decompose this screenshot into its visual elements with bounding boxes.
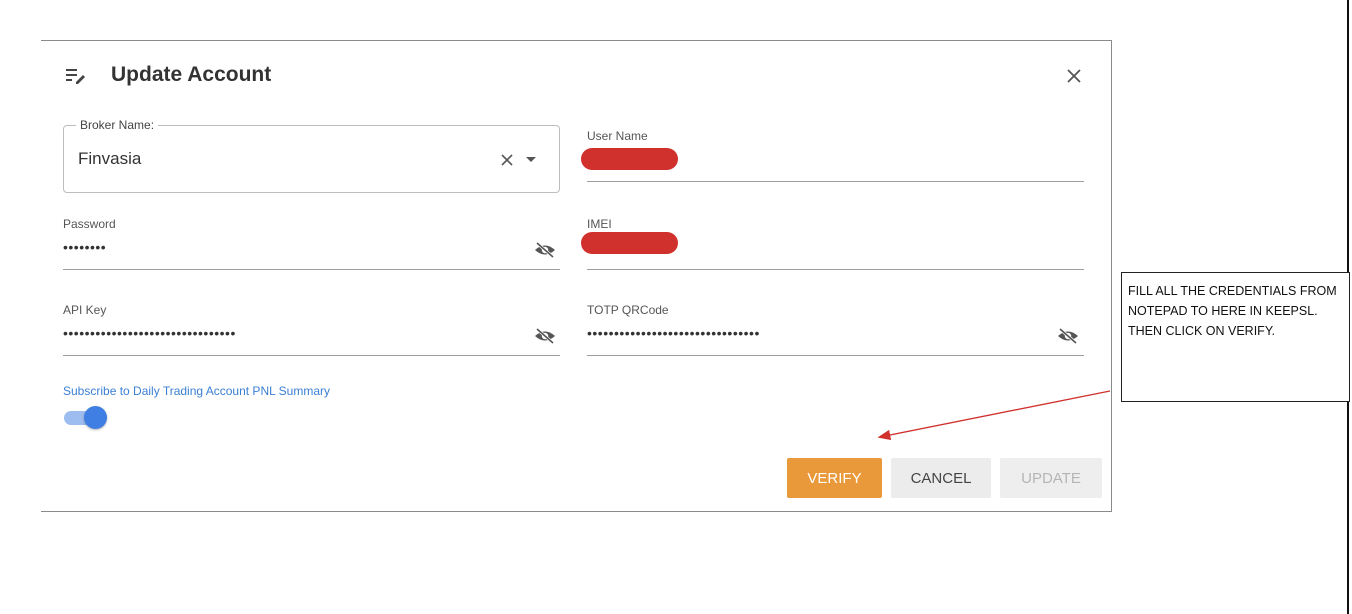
close-icon[interactable] — [1063, 65, 1085, 87]
imei-field[interactable]: IMEI — [581, 217, 1084, 270]
api-key-value: •••••••••••••••••••••••••••••••• — [63, 325, 236, 341]
update-account-dialog: Update Account Broker Name: Finvasia Use… — [41, 40, 1112, 512]
visibility-off-icon[interactable] — [534, 241, 556, 259]
dialog-title: Update Account — [111, 63, 272, 86]
password-value: •••••••• — [63, 239, 107, 255]
cancel-button[interactable]: CANCEL — [891, 458, 991, 498]
update-button[interactable]: UPDATE — [1000, 458, 1102, 498]
totp-qrcode-value: •••••••••••••••••••••••••••••••• — [587, 325, 760, 341]
broker-name-select[interactable]: Broker Name: Finvasia — [63, 118, 560, 193]
api-key-field[interactable]: API Key •••••••••••••••••••••••••••••••• — [63, 303, 560, 356]
totp-qrcode-field[interactable]: TOTP QRCode ••••••••••••••••••••••••••••… — [587, 303, 1084, 356]
clear-icon[interactable] — [499, 152, 515, 168]
subscribe-label: Subscribe to Daily Trading Account PNL S… — [63, 384, 331, 398]
subscribe-toggle[interactable] — [84, 406, 107, 429]
totp-qrcode-label: TOTP QRCode — [587, 303, 669, 317]
visibility-off-icon[interactable] — [1057, 327, 1079, 345]
password-label: Password — [63, 217, 116, 231]
verify-button[interactable]: VERIFY — [787, 458, 882, 498]
broker-name-label: Broker Name: — [76, 118, 159, 132]
user-name-label: User Name — [587, 129, 648, 143]
imei-redaction — [581, 232, 678, 254]
user-name-field[interactable]: User Name — [581, 129, 1084, 182]
api-key-label: API Key — [63, 303, 107, 317]
edit-list-icon — [66, 69, 85, 84]
password-field[interactable]: Password •••••••• — [63, 217, 560, 270]
user-name-redaction — [581, 148, 678, 170]
imei-label: IMEI — [587, 217, 612, 231]
broker-name-value: Finvasia — [78, 149, 142, 168]
visibility-off-icon[interactable] — [534, 327, 556, 345]
chevron-down-icon[interactable] — [526, 157, 536, 162]
instruction-note: FILL ALL THE CREDENTIALS FROM NOTEPAD TO… — [1121, 272, 1350, 402]
